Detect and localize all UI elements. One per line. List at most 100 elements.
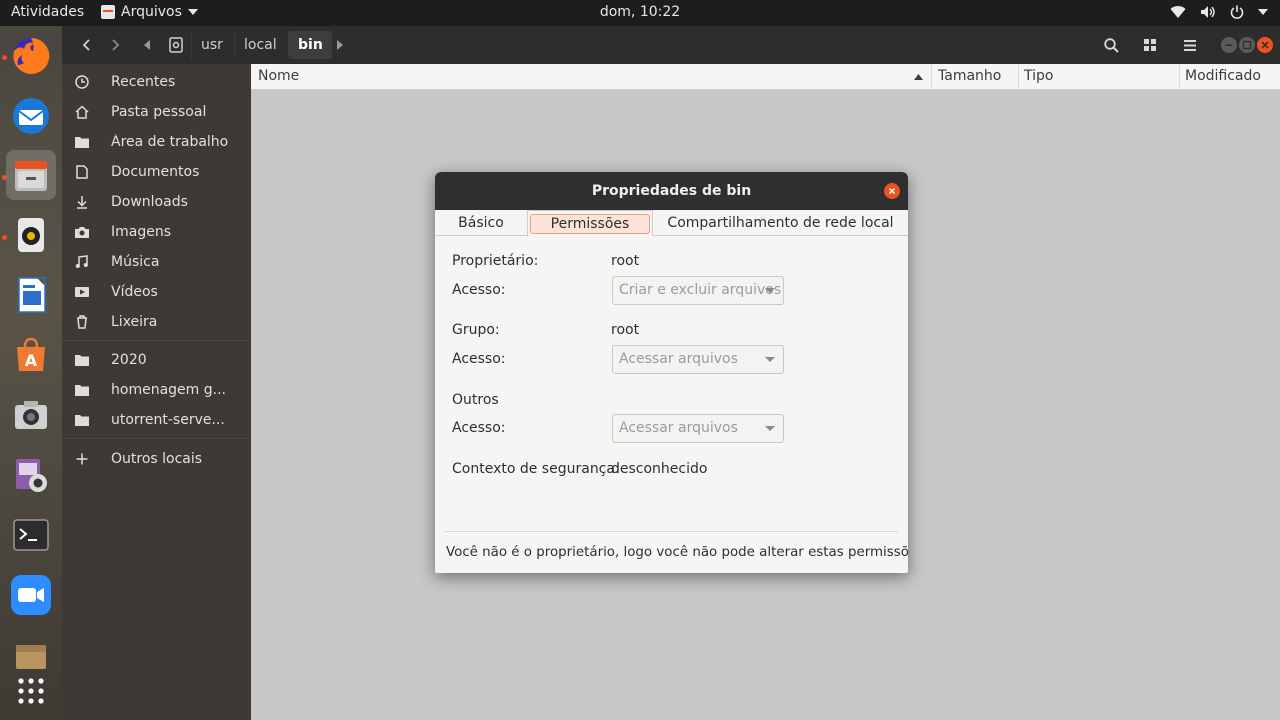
terminal-icon[interactable]	[6, 510, 56, 560]
wifi-icon[interactable]	[1170, 5, 1186, 19]
column-separator	[1179, 64, 1180, 90]
group-label: Grupo:	[452, 322, 500, 338]
dialog-tabs: Básico Permissões Compartilhamento de re…	[435, 210, 908, 236]
chevron-down-icon[interactable]	[1258, 9, 1268, 15]
others-access-dropdown[interactable]: Acessar arquivos	[612, 414, 784, 443]
clock[interactable]: dom, 10:22	[600, 4, 680, 20]
folder-icon	[72, 354, 92, 366]
show-apps-icon[interactable]	[6, 666, 56, 716]
sidebar-item-musica[interactable]: Música	[62, 248, 251, 276]
sidebar-item-pasta-pessoal[interactable]: Pasta pessoal	[62, 98, 251, 126]
sidebar-item-label: Recentes	[111, 74, 176, 90]
search-icon	[1103, 37, 1119, 53]
sidebar-item-label: Documentos	[111, 164, 200, 180]
cheese-icon[interactable]	[6, 450, 56, 500]
column-separator	[931, 64, 932, 90]
tab-basico[interactable]: Básico	[435, 210, 527, 236]
group-access-dropdown[interactable]: Acessar arquivos	[612, 345, 784, 374]
sidebar-item-outros-locais[interactable]: Outros locais	[62, 445, 251, 473]
close-icon	[888, 187, 896, 195]
breadcrumb-usr[interactable]: usr	[191, 31, 232, 59]
grid-view-icon	[1144, 39, 1156, 51]
dialog-close-button[interactable]	[884, 183, 900, 199]
column-headers: Nome Tamanho Tipo Modificado	[251, 64, 1280, 90]
back-button[interactable]	[72, 31, 100, 59]
column-separator	[1018, 64, 1019, 90]
tab-permissoes[interactable]: Permissões	[527, 210, 653, 236]
running-indicator	[2, 55, 7, 60]
sidebar-item-utorrent[interactable]: utorrent-serve...	[62, 406, 251, 434]
sidebar-item-2020[interactable]: 2020	[62, 346, 251, 374]
activities-button[interactable]: Atividades	[11, 4, 84, 20]
column-header-type[interactable]: Tipo	[1024, 68, 1053, 84]
maximize-button[interactable]	[1239, 37, 1255, 53]
thunderbird-icon[interactable]	[6, 91, 56, 141]
chevron-left-icon	[82, 39, 90, 51]
system-tray[interactable]	[1170, 5, 1268, 19]
camera-icon	[72, 226, 92, 238]
owner-access-dropdown[interactable]: Criar e excluir arquivos	[612, 276, 784, 305]
menu-button[interactable]	[1175, 31, 1205, 59]
sidebar-item-recentes[interactable]: Recentes	[62, 68, 251, 96]
download-icon	[72, 195, 92, 209]
sidebar: Recentes Pasta pessoal Área de trabalho …	[62, 64, 251, 720]
column-header-name[interactable]: Nome	[258, 68, 299, 84]
app-menu-label: Arquivos	[121, 4, 182, 20]
folder-icon	[72, 136, 92, 148]
ubuntu-software-icon[interactable]: A	[6, 330, 56, 380]
sidebar-item-area-de-trabalho[interactable]: Área de trabalho	[62, 128, 251, 156]
dropdown-arrow-icon	[765, 426, 775, 431]
others-label: Outros	[452, 392, 499, 408]
breadcrumb-local[interactable]: local	[234, 31, 286, 59]
libreoffice-writer-icon[interactable]	[6, 270, 56, 320]
sidebar-item-homenagem[interactable]: homenagem g...	[62, 376, 251, 404]
chevron-right-icon	[112, 39, 120, 51]
folder-icon	[72, 414, 92, 426]
app-menu[interactable]: Arquivos	[101, 4, 198, 20]
sidebar-item-label: Pasta pessoal	[111, 104, 207, 120]
arrow-left-icon	[144, 40, 150, 50]
home-icon	[72, 105, 92, 119]
sidebar-item-videos[interactable]: Vídeos	[62, 278, 251, 306]
power-icon[interactable]	[1230, 5, 1244, 19]
forward-button[interactable]	[102, 31, 130, 59]
view-toggle-button[interactable]	[1135, 31, 1165, 59]
close-button[interactable]	[1257, 37, 1273, 53]
sidebar-item-label: Downloads	[111, 194, 188, 210]
security-context-value: desconhecido	[611, 461, 708, 477]
rhythmbox-icon[interactable]	[6, 210, 56, 260]
search-button[interactable]	[1096, 31, 1126, 59]
sidebar-item-label: Vídeos	[111, 284, 158, 300]
tab-compartilhamento[interactable]: Compartilhamento de rede local	[653, 210, 908, 236]
volume-icon[interactable]	[1200, 5, 1216, 19]
sort-ascending-icon[interactable]	[914, 74, 923, 80]
sidebar-item-label: homenagem g...	[111, 382, 226, 398]
files-app-icon	[101, 5, 115, 19]
plus-icon	[72, 453, 92, 465]
path-scroll-left[interactable]	[140, 31, 154, 59]
dialog-separator	[445, 531, 898, 532]
dropdown-value: Acessar arquivos	[619, 351, 738, 367]
group-access-label: Acesso:	[452, 351, 506, 367]
firefox-icon[interactable]	[6, 31, 56, 81]
dock: A	[0, 26, 62, 720]
sidebar-item-downloads[interactable]: Downloads	[62, 188, 251, 216]
column-header-size[interactable]: Tamanho	[938, 68, 1001, 84]
zoom-icon[interactable]	[6, 570, 56, 620]
sidebar-item-lixeira[interactable]: Lixeira	[62, 308, 251, 336]
sidebar-item-documentos[interactable]: Documentos	[62, 158, 251, 186]
clock-icon	[72, 75, 92, 89]
video-icon	[72, 286, 92, 298]
breadcrumb-bin[interactable]: bin	[288, 31, 332, 59]
folder-icon	[72, 384, 92, 396]
minimize-button[interactable]	[1221, 37, 1237, 53]
files-icon[interactable]	[6, 150, 56, 200]
column-header-modified[interactable]: Modificado	[1185, 68, 1261, 84]
sidebar-item-label: Área de trabalho	[111, 134, 229, 150]
root-drive-crumb[interactable]	[166, 31, 186, 59]
screenshot-icon[interactable]	[6, 390, 56, 440]
sidebar-item-imagens[interactable]: Imagens	[62, 218, 251, 246]
drive-icon	[169, 37, 183, 53]
path-scroll-right[interactable]	[333, 31, 347, 59]
group-value: root	[611, 322, 640, 338]
